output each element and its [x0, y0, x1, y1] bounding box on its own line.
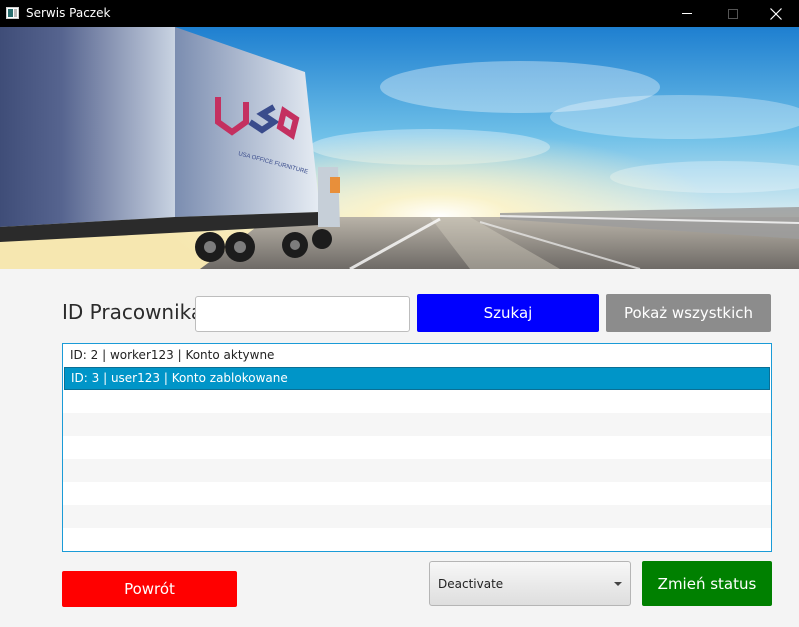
- minimize-icon: [682, 13, 692, 14]
- list-item-selected[interactable]: ID: 3 | user123 | Konto zablokowane: [64, 367, 770, 390]
- status-select[interactable]: Deactivate: [429, 561, 631, 606]
- list-item[interactable]: ID: 2 | worker123 | Konto aktywne: [63, 344, 771, 367]
- back-button[interactable]: Powrót: [62, 571, 237, 607]
- maximize-icon: [728, 8, 738, 19]
- list-empty-row: [63, 459, 771, 482]
- status-select-value: Deactivate: [438, 577, 504, 591]
- app-icon: [6, 7, 19, 19]
- minimize-button[interactable]: [664, 0, 710, 27]
- list-empty-row: [63, 528, 771, 551]
- list-empty-row: [63, 436, 771, 459]
- maximize-button[interactable]: [710, 0, 756, 27]
- change-status-button[interactable]: Zmień status: [642, 561, 772, 606]
- show-all-button[interactable]: Pokaż wszystkich: [606, 294, 771, 332]
- banner-image: USA OFFICE FURNITURE: [0, 27, 799, 269]
- title-bar: Serwis Paczek: [0, 0, 799, 27]
- employee-id-label: ID Pracownika:: [62, 300, 210, 324]
- window-title: Serwis Paczek: [26, 6, 111, 20]
- list-empty-row: [63, 505, 771, 528]
- employee-id-input[interactable]: [195, 296, 410, 332]
- close-button[interactable]: [753, 0, 799, 27]
- employee-list[interactable]: ID: 2 | worker123 | Konto aktywne ID: 3 …: [62, 343, 772, 552]
- close-icon: [770, 7, 782, 20]
- list-empty-row: [63, 482, 771, 505]
- chevron-down-icon: [614, 582, 622, 586]
- search-button[interactable]: Szukaj: [417, 294, 599, 332]
- list-empty-row: [63, 413, 771, 436]
- list-empty-row: [63, 390, 771, 413]
